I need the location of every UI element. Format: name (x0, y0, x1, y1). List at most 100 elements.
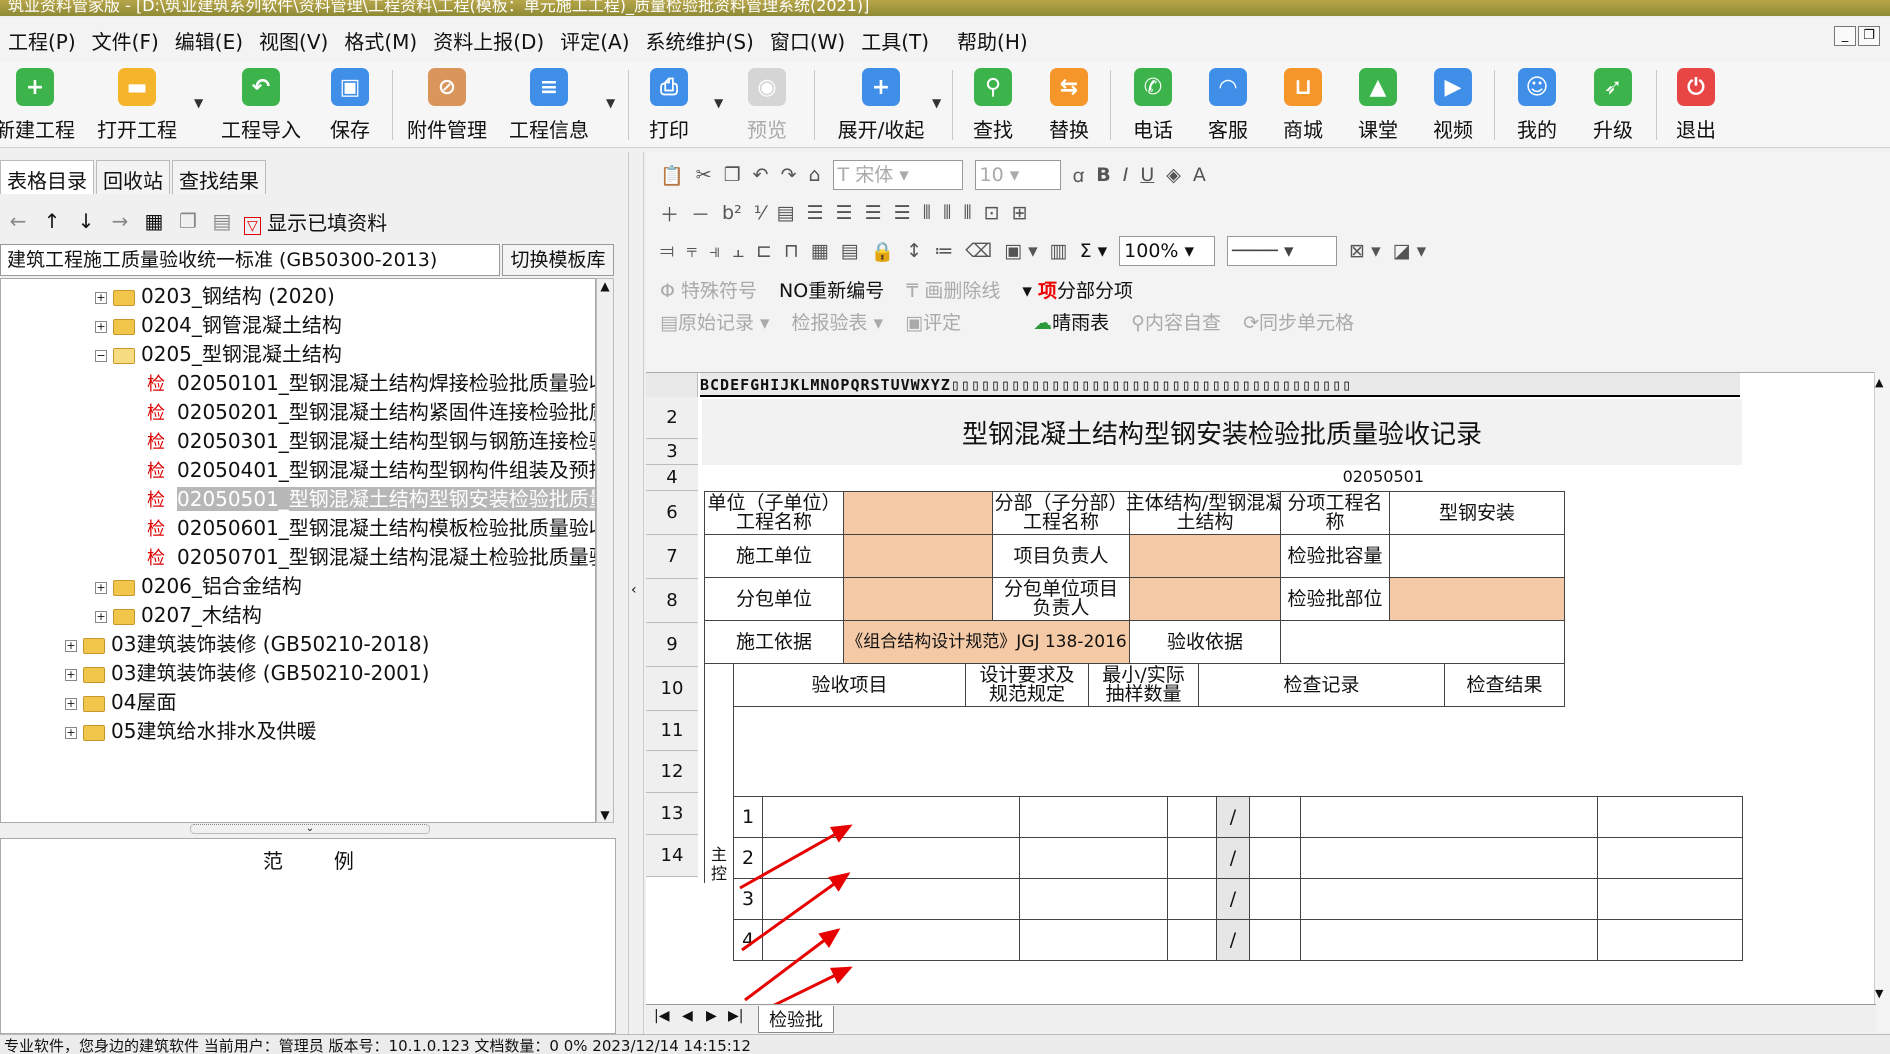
item-name-cell[interactable] (762, 796, 1020, 838)
division-name-label[interactable]: 分部（子分部） 工程名称 (992, 491, 1130, 535)
menu-window[interactable]: 窗口(W) (762, 26, 853, 55)
menu-format[interactable]: 格式(M) (336, 26, 425, 55)
image-icon[interactable]: ▣ ▾ (1004, 240, 1038, 262)
tab-recycle-bin[interactable]: 回收站 (96, 160, 170, 194)
batch-location-label[interactable]: 检验批部位 (1280, 577, 1390, 621)
item-record-cell[interactable] (1300, 919, 1598, 961)
redo-icon[interactable]: ↷ (781, 164, 797, 186)
row-header[interactable]: 7 (646, 535, 698, 579)
subcontractor-label[interactable]: 分包单位 (704, 577, 844, 621)
row-header[interactable]: 2 (646, 397, 698, 439)
project-manager-label[interactable]: 项目负责人 (992, 534, 1130, 578)
weather-button[interactable]: ☁晴雨表 (1033, 308, 1109, 335)
scroll-up-icon[interactable]: ▲ (597, 279, 613, 293)
restore-icon[interactable]: ❐ (1858, 26, 1880, 46)
sum-icon[interactable]: Σ ▾ (1080, 240, 1108, 262)
superscript-icon[interactable]: b² (722, 202, 742, 224)
table-icon[interactable]: ▦ (142, 209, 166, 233)
font-style-icon[interactable]: ꭤ (1073, 162, 1085, 188)
up-arrow-icon[interactable]: ↑ (40, 209, 64, 233)
copy-icon[interactable]: ❐ (176, 209, 200, 233)
forward-arrow-icon[interactable]: → (108, 209, 132, 233)
next-sheet-icon[interactable]: ▶ (706, 1008, 717, 1024)
shop-button[interactable]: ⊔ 商城 (1260, 62, 1346, 148)
basis-label[interactable]: 施工依据 (704, 620, 844, 664)
fill-color-icon[interactable]: ◈ (1166, 164, 1181, 186)
project-manager-value[interactable] (1129, 534, 1281, 578)
report-button[interactable]: 检报验表 ▾ (792, 308, 884, 335)
paste-icon[interactable]: 📋 (660, 164, 684, 187)
line-style-select[interactable]: ──── ▾ (1227, 236, 1338, 266)
open-project-button[interactable]: ▬ 打开工程 (94, 62, 180, 148)
row-header[interactable]: 12 (646, 751, 698, 793)
expand-icon[interactable]: + (95, 581, 107, 594)
preview-button[interactable]: ◉ 预览 (724, 62, 810, 148)
menu-report[interactable]: 资料上报(D) (425, 26, 552, 55)
merge-icon[interactable]: ⊡ (984, 202, 1000, 224)
chevron-left-icon[interactable]: ‹ (631, 582, 637, 598)
item-result-cell[interactable] (1597, 878, 1743, 920)
valign-middle-icon[interactable]: ⦀ (943, 202, 951, 224)
undo-icon[interactable]: ↶ (753, 164, 769, 186)
subitem-name-label[interactable]: 分项工程名称 (1280, 491, 1390, 535)
expand-icon[interactable]: + (65, 639, 77, 652)
print-button[interactable]: ⎙ 打印 (626, 62, 712, 148)
format-brush-icon[interactable]: ⌂ (808, 164, 820, 186)
main-control-side-label[interactable]: 主 控 (704, 663, 734, 883)
back-arrow-icon[interactable]: ← (6, 209, 30, 233)
row-header[interactable]: 3 (646, 439, 698, 465)
row-header[interactable]: 9 (646, 623, 698, 667)
scroll-down-icon[interactable]: ▼ (597, 808, 613, 822)
row-height-icon[interactable]: ⊏ (756, 240, 772, 262)
construction-unit-value[interactable] (843, 534, 993, 578)
renumber-button[interactable]: NO重新编号 (779, 276, 884, 303)
phone-button[interactable]: ✆ 电话 (1110, 62, 1196, 148)
item-record-cell[interactable] (1300, 837, 1598, 879)
grid-icon[interactable]: ▤ (210, 209, 234, 233)
col-inspection-result[interactable]: 检查结果 (1444, 663, 1565, 707)
expand-icon[interactable]: + (65, 697, 77, 710)
form-title[interactable]: 型钢混凝土结构型钢安装检验批质量验收记录 (702, 399, 1742, 465)
customer-service-button[interactable]: ◠ 客服 (1185, 62, 1271, 148)
chart-icon[interactable]: ▥ (1050, 240, 1068, 262)
border-icon[interactable]: ⊠ ▾ (1349, 240, 1381, 262)
new-project-button[interactable]: + 新建工程 (0, 62, 78, 148)
font-size-select[interactable]: 10 ▾ (974, 160, 1061, 190)
eraser-icon[interactable]: ⌫ (965, 240, 992, 262)
item-actual-cell[interactable] (1249, 796, 1301, 838)
first-sheet-icon[interactable]: |◀ (654, 1008, 669, 1024)
project-info-button[interactable]: ≡ 工程信息 (506, 62, 592, 148)
split-icon[interactable]: ⊞ (1012, 202, 1028, 224)
menu-help[interactable]: 帮助(H) (949, 26, 1036, 55)
division-name-value[interactable]: 主体结构/型钢混凝 土结构 (1126, 491, 1284, 535)
wrap-icon[interactable]: ▤ (777, 202, 795, 224)
align-left-icon[interactable]: ☰ (806, 202, 823, 224)
panel-resize-handle[interactable]: ⌄ (190, 824, 430, 834)
batch-capacity-value[interactable] (1389, 534, 1565, 578)
sub-manager-value[interactable] (1129, 577, 1281, 621)
expand-icon[interactable]: + (95, 320, 107, 333)
align-center-icon[interactable]: ☰ (836, 202, 853, 224)
delete-row-icon[interactable]: ⫠ (732, 240, 744, 262)
import-project-button[interactable]: ↶ 工程导入 (218, 62, 304, 148)
item-record-cell[interactable] (1300, 796, 1598, 838)
course-button[interactable]: ▲ 课堂 (1335, 62, 1421, 148)
info-dropdown-icon[interactable]: ▼ (606, 96, 615, 110)
item-result-cell[interactable] (1597, 837, 1743, 879)
item-min-cell[interactable] (1167, 796, 1217, 838)
item-actual-cell[interactable] (1249, 837, 1301, 879)
batch-capacity-label[interactable]: 检验批容量 (1280, 534, 1390, 578)
menu-view[interactable]: 视图(V) (251, 26, 336, 55)
menu-evaluate[interactable]: 评定(A) (552, 26, 637, 55)
delete-col-icon[interactable]: ⫧ (686, 240, 697, 262)
font-family-select[interactable]: T 宋体 ▾ (832, 160, 963, 190)
col-sample-count[interactable]: 最小/实际 抽样数量 (1088, 663, 1199, 707)
line-spacing-icon[interactable]: ↕ (906, 240, 922, 262)
col-acceptance-item[interactable]: 验收项目 (733, 663, 966, 707)
expand-dropdown-icon[interactable]: ▼ (932, 96, 941, 110)
evaluate-button[interactable]: ▣评定 (905, 308, 961, 335)
show-filled-toggle[interactable]: ▽ 显示已填资料 (244, 207, 387, 236)
standard-select[interactable]: 建筑工程施工质量验收统一标准 (GB50300-2013) (0, 244, 500, 276)
item-number[interactable]: 2 (733, 837, 763, 879)
replace-button[interactable]: ⇆ 替换 (1026, 62, 1112, 148)
